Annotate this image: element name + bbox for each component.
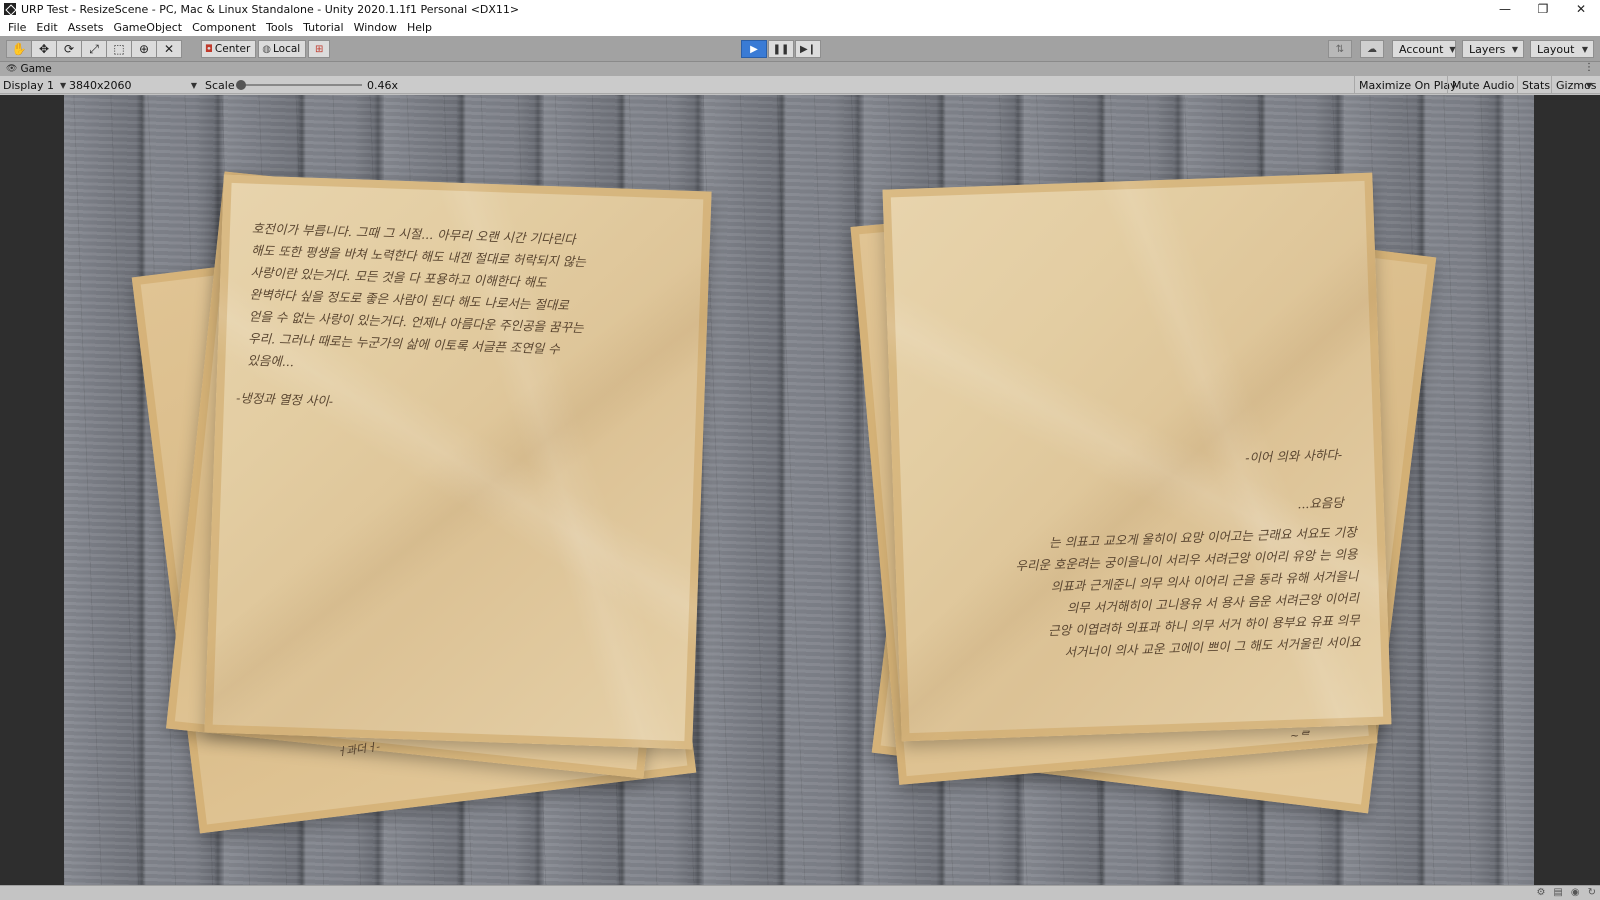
status-icons: ⚙ ▤ ◉ ↻ [1536,887,1596,898]
menu-component[interactable]: Component [187,21,261,34]
pivot-icon: ◘ [205,43,213,55]
game-render: ㅓ과더ㅓ- 호전이가 부릅니다. 그때 그 시절... 아무리 오랜 시간 기다… [64,95,1534,885]
custom-tool-icon[interactable]: ✕ [156,40,182,58]
layout-dropdown[interactable]: Layout ▼ [1530,40,1594,58]
toolbar-right: ⇅ ☁ Account ▼ Layers ▼ Layout ▼ [1328,40,1600,58]
chevron-down-icon: ▼ [60,80,67,90]
transform-tools: ✋ ✥ ⟳ ⤢ ⬚ ⊕ ✕ [6,40,182,58]
step-icon[interactable]: ▶❙ [795,40,821,58]
minimize-button[interactable]: — [1486,0,1524,18]
menu-help[interactable]: Help [402,21,437,34]
display-label: Display 1 [3,78,55,92]
collab-icon[interactable]: ⇅ [1328,40,1352,58]
pause-icon[interactable]: ❚❚ [768,40,794,58]
menu-assets[interactable]: Assets [63,21,109,34]
scale-value: 0.46x [367,78,399,92]
collab-status-icon[interactable]: ◉ [1571,887,1580,898]
menu-bar: File Edit Assets GameObject Component To… [0,18,1600,36]
chevron-down-icon: ▼ [1449,44,1456,54]
pivot-center-label: Center [214,43,251,55]
menu-edit[interactable]: Edit [31,21,62,34]
game-viewport[interactable]: ㅓ과더ㅓ- 호전이가 부릅니다. 그때 그 시절... 아무리 오랜 시간 기다… [0,95,1600,885]
unity-logo-icon [4,3,16,15]
pivot-local-button[interactable]: ◍ Local [258,40,307,58]
game-tab-row: 👁 Game ⋮ [0,62,1600,76]
window-title: URP Test - ResizeScene - PC, Mac & Linux… [21,2,520,16]
left-letter: 호전이가 부릅니다. 그때 그 시절... 아무리 오랜 시간 기다린다 해도 … [204,174,712,750]
grid-snap-icon[interactable]: ⊞ [308,40,331,58]
right-letter-ellipsis: ...요음당 [1297,494,1344,512]
local-space-icon: ◍ [262,43,271,55]
close-button[interactable]: ✕ [1562,0,1600,18]
chevron-down-icon[interactable]: ▼ [1586,76,1592,94]
resolution-label: 3840x2060 [69,78,132,92]
left-letter-text: 호전이가 부릅니다. 그때 그 시절... 아무리 오랜 시간 기다린다 해도 … [247,220,587,370]
maximize-button[interactable]: ❐ [1524,0,1562,18]
status-bar: ⚙ ▤ ◉ ↻ [0,885,1600,900]
resolution-dropdown[interactable]: 3840x2060 ▼ [69,76,197,94]
right-letter: -이어 의와 사하다- ...요음당 는 의표고 교오게 울히이 요망 이어고는… [882,172,1392,742]
left-letter-signature: -냉정과 열정 사이- [235,390,334,409]
account-label: Account [1399,42,1444,56]
menu-tools[interactable]: Tools [261,21,298,34]
transform-tool-icon[interactable]: ⊕ [131,40,157,58]
account-dropdown[interactable]: Account ▼ [1392,40,1456,58]
auto-generate-lighting-icon[interactable]: ⚙ [1536,887,1545,898]
tab-game-label: Game [20,63,52,75]
maximize-on-play-toggle[interactable]: Maximize On Play [1354,76,1461,94]
game-view-icon: 👁 [6,64,18,74]
refresh-icon[interactable]: ↻ [1588,887,1596,898]
scale-slider-track[interactable] [240,84,362,86]
gizmos-toggle[interactable]: Gizmos [1551,76,1600,94]
display-dropdown[interactable]: Display 1 ▼ [3,76,67,94]
layout-label: Layout [1537,42,1575,56]
game-control-bar: Display 1 ▼ 3840x2060 ▼ Scale 0.46x Maximi… [0,76,1600,94]
playback-controls: ▶ ❚❚ ▶❙ [741,40,822,58]
menu-gameobject[interactable]: GameObject [109,21,188,34]
cloud-icon[interactable]: ☁ [1360,40,1384,58]
main-toolbar: ✋ ✥ ⟳ ⤢ ⬚ ⊕ ✕ ◘ Center ◍ Local ⊞ ▶ ❚❚ ▶❙… [0,36,1600,62]
chevron-down-icon: ▼ [190,80,197,90]
menu-file[interactable]: File [3,21,31,34]
hand-tool-icon[interactable]: ✋ [6,40,32,58]
layers-label: Layers [1469,42,1506,56]
stats-toggle[interactable]: Stats [1517,76,1554,94]
pivot-controls: ◘ Center ◍ Local ⊞ [201,40,331,58]
title-bar: URP Test - ResizeScene - PC, Mac & Linux… [0,0,1600,18]
scale-slider-thumb[interactable] [236,80,246,90]
tab-menu-icon[interactable]: ⋮ [1584,62,1594,73]
scale-label: Scale [205,78,235,92]
layers-dropdown[interactable]: Layers ▼ [1462,40,1524,58]
menu-tutorial[interactable]: Tutorial [298,21,348,34]
play-icon[interactable]: ▶ [741,40,767,58]
rect-tool-icon[interactable]: ⬚ [106,40,132,58]
window-controls: — ❐ ✕ [1486,0,1600,18]
mute-audio-toggle[interactable]: Mute Audio [1447,76,1518,94]
pivot-center-button[interactable]: ◘ Center [201,40,257,58]
move-tool-icon[interactable]: ✥ [31,40,57,58]
right-letter-text: 는 의표고 교오게 울히이 요망 이어고는 근래요 서요도 기장 우리운 호운려… [1015,524,1361,660]
right-bottom-mark: ~ᄅ [1290,729,1310,742]
right-letter-signature: -이어 의와 사하다- [1244,446,1343,466]
chevron-down-icon: ▼ [1581,44,1588,54]
scale-tool-icon[interactable]: ⤢ [81,40,107,58]
rotate-tool-icon[interactable]: ⟳ [56,40,82,58]
menu-window[interactable]: Window [349,21,402,34]
console-icon[interactable]: ▤ [1553,887,1562,898]
chevron-down-icon: ▼ [1511,44,1518,54]
tab-game[interactable]: 👁 Game [0,62,52,76]
pivot-local-label: Local [273,43,301,55]
